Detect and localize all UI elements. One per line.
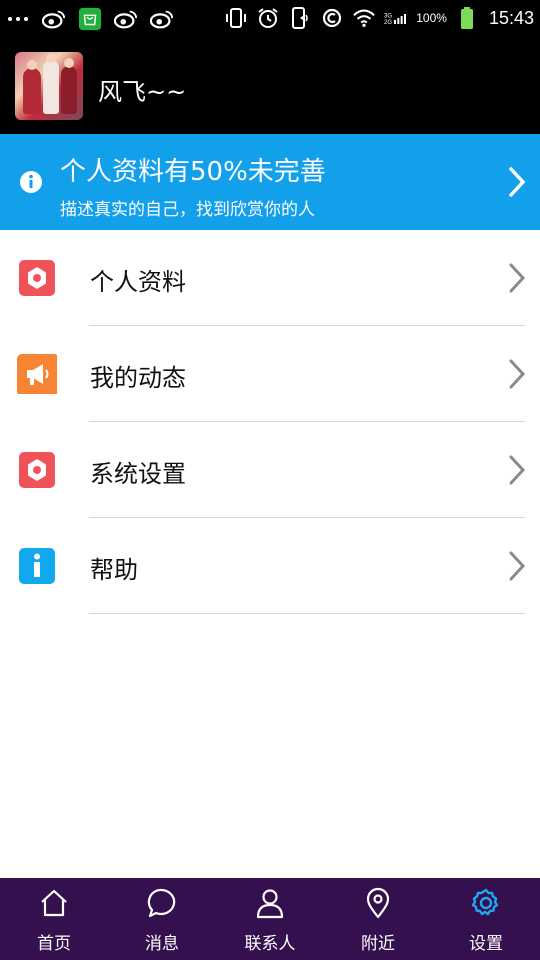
weibo-icon [114,7,138,31]
home-icon [38,887,70,919]
signal-3g-icon: 3G 2G [384,6,408,30]
divider [89,613,525,614]
tab-home[interactable]: 首页 [0,878,108,960]
username: 风飞~~ [98,78,187,106]
tab-label: 消息 [145,934,179,954]
tab-label: 附近 [361,934,395,954]
menu-item-my-posts[interactable]: 我的动态 [0,326,540,422]
chat-bubble-icon [146,887,178,919]
more-dots-icon [6,7,30,31]
tab-contacts[interactable]: 联系人 [216,878,324,960]
info-icon [17,546,57,586]
megaphone-icon [17,354,59,396]
tab-settings[interactable]: 设置 [432,878,540,960]
battery-percent: 100% [416,11,447,25]
menu-item-label: 帮助 [90,556,138,584]
phone-sound-icon [288,6,312,30]
vibrate-icon [224,6,248,30]
menu-item-label: 我的动态 [90,364,186,392]
wifi-icon [352,6,376,30]
menu-item-help[interactable]: 帮助 [0,518,540,614]
person-icon [254,887,286,919]
info-icon [19,170,43,194]
avatar[interactable] [15,52,83,120]
chevron-right-icon [507,453,527,487]
clock: 15:43 [488,7,534,28]
settings-menu: 个人资料 我的动态 系统设置 帮助 [0,230,540,614]
hexagon-icon [17,450,57,490]
menu-item-system-settings[interactable]: 系统设置 [0,422,540,518]
svg-text:3G: 3G [384,13,392,19]
weibo-icon [150,7,174,31]
banner-title: 个人资料有50%未完善 [60,157,326,187]
chevron-right-icon [507,357,527,391]
profile-header: 风飞~~ [0,38,540,134]
tab-messages[interactable]: 消息 [108,878,216,960]
tab-label: 联系人 [244,934,296,954]
chevron-right-icon [507,549,527,583]
chevron-right-icon [507,261,527,295]
banner-subtitle: 描述真实的自己，找到欣赏你的人 [60,200,315,220]
tab-label: 首页 [37,934,71,954]
gear-icon [470,887,502,919]
alarm-icon [256,6,280,30]
tab-label: 设置 [469,934,503,954]
bottom-tab-bar: 首页 消息 联系人 附近 设置 [0,878,540,960]
battery-icon [455,6,479,30]
svg-text:2G: 2G [384,20,392,26]
hexagon-icon [17,258,57,298]
status-bar: 3G 2G 100% 15:43 [0,0,540,38]
profile-completion-banner[interactable]: 个人资料有50%未完善 描述真实的自己，找到欣赏你的人 [0,134,540,230]
menu-item-label: 个人资料 [90,268,186,296]
data-sync-icon [320,6,344,30]
tab-nearby[interactable]: 附近 [324,878,432,960]
weibo-icon [42,7,66,31]
menu-item-label: 系统设置 [90,460,186,488]
shopping-bag-icon [78,7,102,31]
chevron-right-icon [506,166,528,198]
location-pin-icon [362,887,394,919]
menu-item-profile[interactable]: 个人资料 [0,230,540,326]
